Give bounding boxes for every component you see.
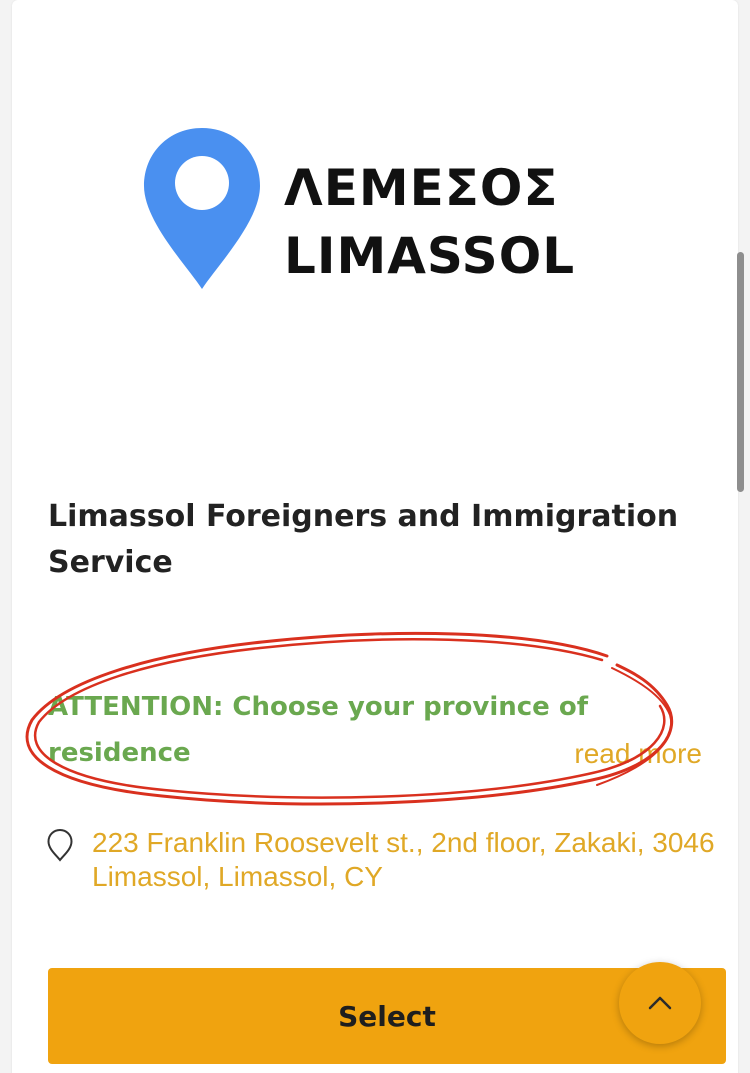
scroll-to-top-button[interactable]	[619, 962, 701, 1044]
address-link[interactable]: 223 Franklin Roosevelt st., 2nd floor, Z…	[92, 826, 732, 894]
office-title: Limassol Foreigners and Immigration Serv…	[48, 499, 679, 580]
page: ΛΕΜΕΣΟΣ LIMASSOL Limassol Foreigners and…	[0, 0, 750, 1073]
logo-line-latin: LIMASSOL	[284, 227, 576, 285]
logo-text: ΛΕΜΕΣΟΣ LIMASSOL	[284, 154, 575, 290]
office-card: ΛΕΜΕΣΟΣ LIMASSOL Limassol Foreigners and…	[12, 0, 738, 1073]
chevron-up-icon	[648, 996, 672, 1010]
read-more-link[interactable]: read more	[574, 736, 702, 772]
logo-line-greek: ΛΕΜΕΣΟΣ	[284, 159, 559, 217]
attention-notice: ATTENTION: Choose your province of resid…	[48, 692, 589, 768]
office-logo: ΛΕΜΕΣΟΣ LIMASSOL	[142, 120, 622, 310]
map-pin-icon	[144, 128, 260, 289]
location-pin-outline-icon	[47, 828, 73, 862]
scrollbar-thumb[interactable]	[737, 252, 744, 492]
